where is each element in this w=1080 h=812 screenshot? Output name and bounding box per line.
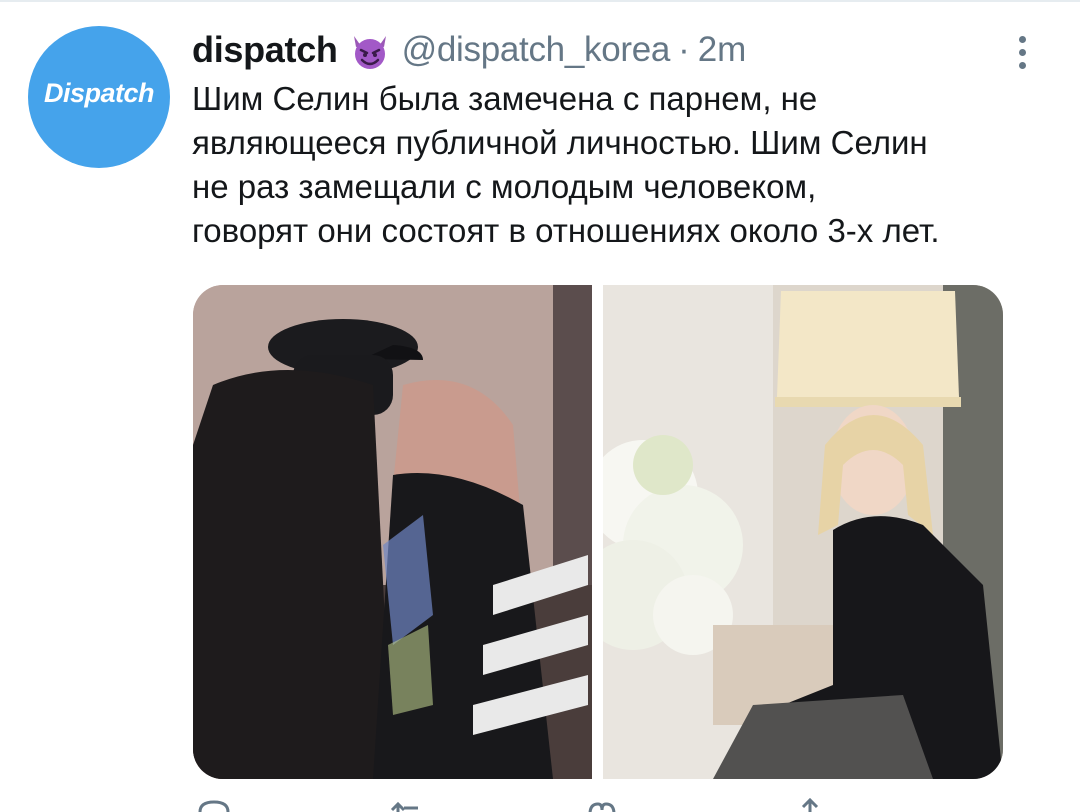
like-icon[interactable] [580, 796, 624, 812]
tweet-view: Dispatch dispatch @dispatch_korea · 2m Ш… [0, 0, 1080, 812]
header-separator: · [678, 30, 690, 69]
tweet-text-line: являющееся публичной личностью. Шим Сели… [192, 124, 928, 161]
tweet-text-line: Шим Селин была замечена с парнем, не [192, 80, 818, 117]
tweet-actions [192, 796, 1052, 812]
photo-woman-flowers[interactable] [603, 285, 1003, 779]
tweet-text: Шим Селин была замечена с парнем, не явл… [192, 77, 1052, 253]
tweet-text-line: не раз замещали с молодым человеком, [192, 168, 817, 205]
more-dot-icon [1018, 35, 1026, 43]
smiling-devil-emoji-icon [350, 32, 390, 72]
tweet-header: dispatch @dispatch_korea · 2m [192, 28, 746, 72]
display-name[interactable]: dispatch [192, 29, 338, 71]
user-handle[interactable]: @dispatch_korea [402, 30, 671, 70]
reply-icon[interactable] [192, 796, 236, 812]
top-divider [0, 0, 1080, 2]
tweet-text-line: говорят они состоят в отношениях около 3… [192, 212, 940, 249]
photo-couple-street[interactable] [193, 285, 592, 779]
avatar-logo-text: Dispatch [43, 78, 155, 108]
tweet-timestamp[interactable]: 2m [698, 30, 747, 70]
avatar[interactable]: Dispatch [28, 26, 170, 168]
more-options-button[interactable] [1002, 30, 1042, 74]
share-icon[interactable] [788, 796, 832, 812]
tweet-media-grid [193, 285, 1003, 779]
more-dot-icon [1018, 48, 1026, 56]
more-dot-icon [1018, 61, 1026, 69]
retweet-icon[interactable] [382, 796, 426, 812]
